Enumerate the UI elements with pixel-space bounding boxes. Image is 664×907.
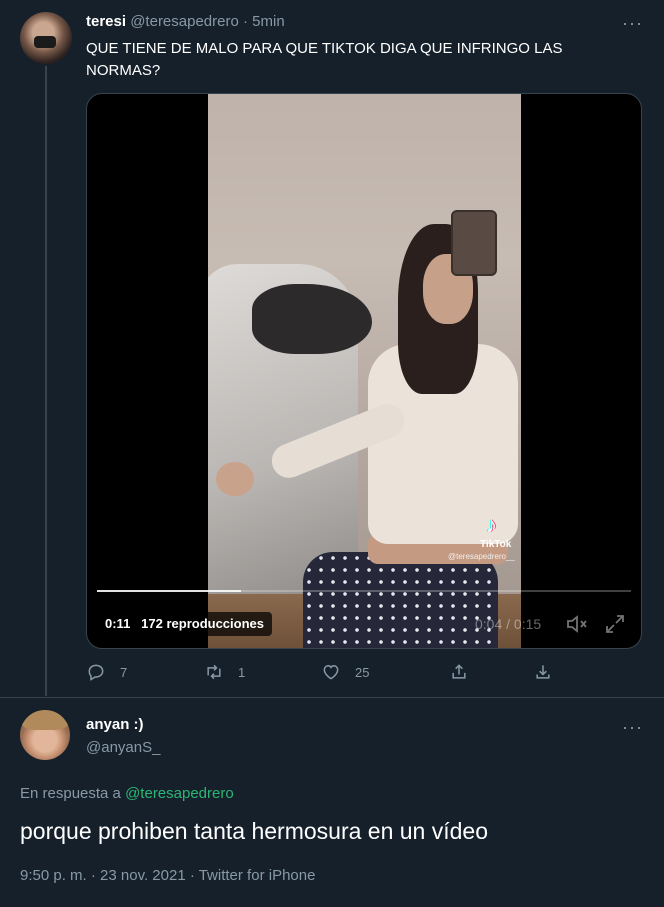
tweet-actions: 7 1 25 — [86, 662, 556, 686]
tiktok-logo-icon: ♪ — [486, 512, 497, 537]
phone-illustration — [451, 210, 497, 276]
person-illustration — [303, 552, 498, 648]
tweet-header: teresi @teresapedrero · 5min — [86, 13, 285, 30]
more-options-icon[interactable]: ··· — [622, 14, 643, 32]
download-icon — [536, 665, 550, 679]
author-handle[interactable]: @teresapedrero — [130, 13, 239, 30]
avatar[interactable] — [20, 12, 72, 64]
video-frame[interactable]: ♪ TikTok @teresapedrero__ — [208, 94, 521, 648]
separator: · — [243, 13, 248, 30]
retweet-count: 1 — [238, 664, 246, 680]
download-button[interactable] — [533, 662, 553, 682]
share-button[interactable] — [449, 662, 469, 682]
reply-icon — [88, 664, 104, 681]
video-view-badge: 0:11 172 reproducciones — [97, 612, 272, 636]
tiktok-handle-watermark: @teresapedrero__ — [448, 552, 515, 561]
retweet-icon — [207, 664, 221, 680]
like-button[interactable]: 25 — [321, 662, 369, 682]
tiktok-watermark: TikTok — [480, 539, 512, 550]
video-progress-fill — [97, 590, 242, 592]
video-time-display: 0:04 / 0:15 — [475, 616, 542, 632]
tweet-text: QUE TIENE DE MALO PARA QUE TIKTOK DIGA Q… — [86, 40, 563, 79]
video-player[interactable]: ♪ TikTok @teresapedrero__ 0:11 172 repro… — [86, 93, 642, 649]
avatar[interactable] — [20, 710, 70, 760]
reply-tweet[interactable]: anyan :) @anyanS_ ··· En respuesta a @te… — [0, 697, 664, 907]
fullscreen-icon[interactable] — [603, 612, 627, 636]
tweet-meta[interactable]: 9:50 p. m. · 23 nov. 2021 · Twitter for … — [20, 867, 315, 884]
author-name[interactable]: teresi — [86, 13, 126, 30]
more-options-icon[interactable]: ··· — [622, 718, 643, 736]
mute-icon[interactable] — [565, 612, 589, 636]
tweet-time[interactable]: 5min — [252, 13, 285, 30]
video-progress-bar[interactable] — [97, 590, 631, 592]
retweet-button[interactable]: 1 — [204, 662, 245, 682]
replying-prefix: En respuesta a — [20, 785, 121, 802]
replying-to: En respuesta a @teresapedrero — [20, 785, 234, 802]
reply-count: 7 — [120, 664, 128, 680]
view-count: 172 reproducciones — [141, 616, 264, 631]
heart-icon — [323, 664, 339, 680]
mention-link[interactable]: @teresapedrero — [125, 785, 234, 802]
original-tweet[interactable]: teresi @teresapedrero · 5min ··· QUE TIE… — [0, 0, 664, 696]
reply-text: porque prohiben tanta hermosura en un ví… — [20, 818, 488, 844]
elapsed-time: 0:11 — [105, 616, 131, 631]
share-icon — [452, 664, 466, 679]
author-name[interactable]: anyan :) — [86, 716, 144, 733]
reply-button[interactable]: 7 — [86, 662, 127, 682]
like-count: 25 — [355, 664, 370, 680]
author-handle[interactable]: @anyanS_ — [86, 739, 160, 756]
thread-line — [45, 66, 47, 696]
